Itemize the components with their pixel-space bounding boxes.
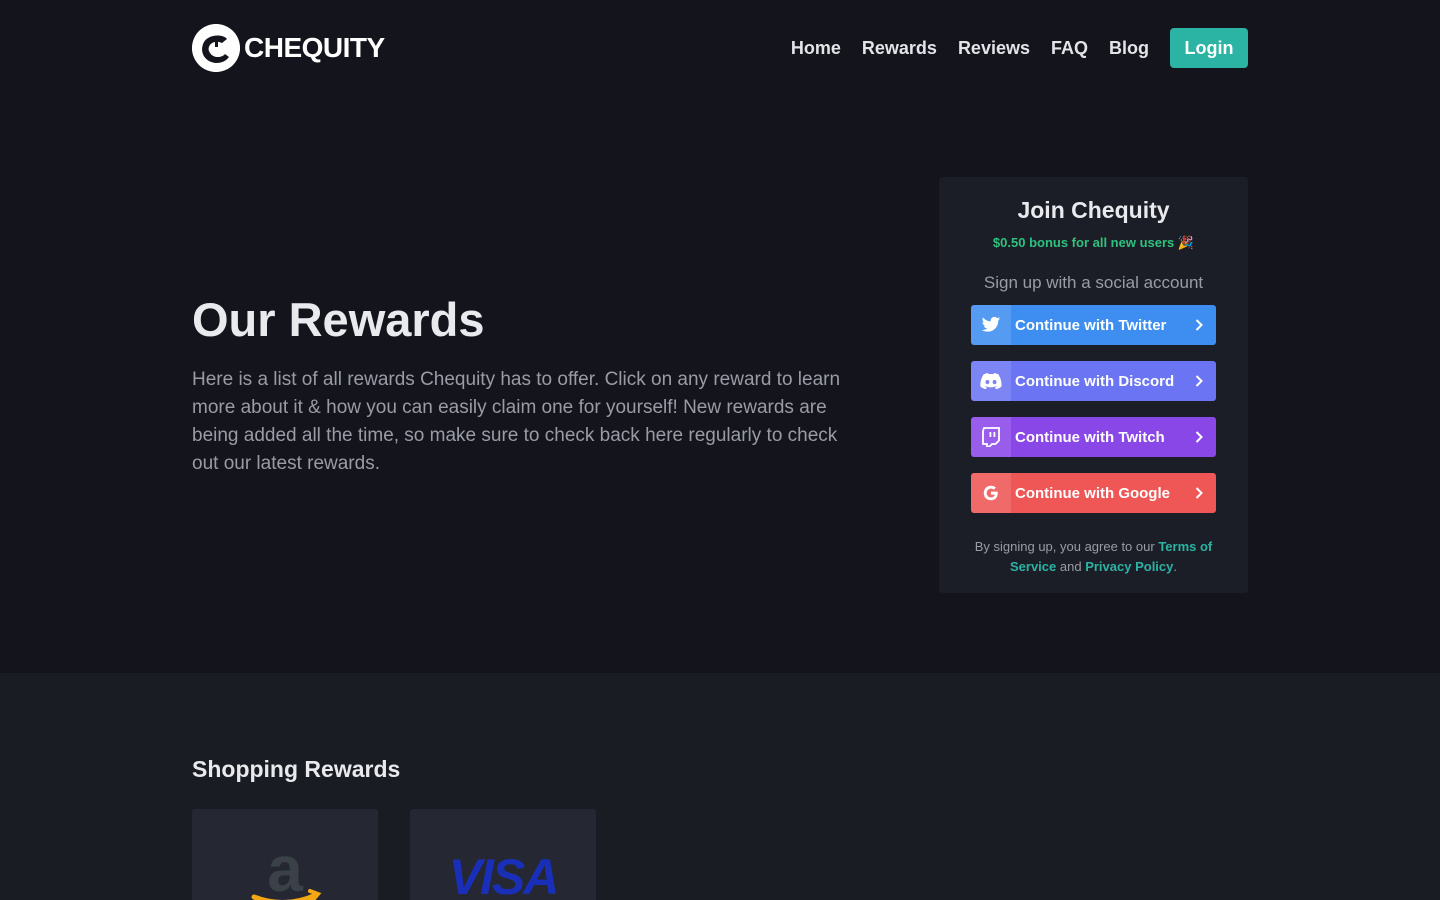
page-description: Here is a list of all rewards Chequity h…	[192, 369, 841, 474]
google-signup-label: Continue with Google	[1015, 484, 1170, 502]
page-title: Our Rewards	[192, 293, 485, 346]
amazon-logo-icon: a	[251, 833, 322, 900]
terms-prefix: By signing up, you agree to our	[974, 539, 1155, 554]
discord-signup-label: Continue with Discord	[1015, 372, 1175, 390]
signup-subtitle: Sign up with a social account	[983, 273, 1204, 292]
reward-card-amazon[interactable]: a	[192, 809, 378, 900]
twitter-signup-button[interactable]: Continue with Twitter	[971, 305, 1216, 345]
nav-rewards[interactable]: Rewards	[862, 38, 937, 59]
bonus-text: $0.50 bonus for all new users 🎉	[992, 235, 1195, 250]
join-title: Join Chequity	[1017, 197, 1170, 223]
twitch-icon	[971, 417, 1011, 457]
visa-logo-icon: VISA	[449, 849, 560, 900]
chequity-logo-icon	[192, 24, 240, 72]
twitter-icon	[971, 305, 1011, 345]
nav-faq[interactable]: FAQ	[1051, 38, 1088, 59]
discord-signup-button[interactable]: Continue with Discord	[971, 361, 1216, 401]
nav-home[interactable]: Home	[791, 38, 841, 59]
main-nav: Home Rewards Reviews FAQ Blog Login	[791, 28, 1248, 68]
nav-blog[interactable]: Blog	[1109, 38, 1149, 59]
terms-suffix: .	[1173, 559, 1177, 574]
terms-and: and	[1059, 559, 1082, 574]
section-title: Shopping Rewards	[192, 756, 401, 782]
google-signup-button[interactable]: Continue with Google	[971, 473, 1216, 513]
login-button[interactable]: Login	[1170, 28, 1248, 68]
svg-text:a: a	[267, 833, 303, 900]
join-card: Join Chequity $0.50 bonus for all new us…	[939, 177, 1248, 593]
chevron-right-icon	[1182, 319, 1216, 331]
twitter-signup-label: Continue with Twitter	[1015, 316, 1167, 334]
nav-reviews[interactable]: Reviews	[958, 38, 1030, 59]
terms-notice: By signing up, you agree to our Terms of…	[963, 537, 1224, 577]
reward-card-visa[interactable]: VISA	[410, 809, 596, 900]
shopping-rewards-section: Shopping Rewards a VISA	[0, 673, 1440, 900]
twitch-signup-button[interactable]: Continue with Twitch	[971, 417, 1216, 457]
chevron-right-icon	[1182, 487, 1216, 499]
google-icon	[971, 473, 1011, 513]
privacy-policy-link[interactable]: Privacy Policy	[1085, 559, 1173, 574]
brand-name: CHEQUITY	[244, 32, 385, 63]
visa-logo-text: VISA	[449, 849, 558, 900]
chevron-right-icon	[1182, 375, 1216, 387]
twitch-signup-label: Continue with Twitch	[1015, 428, 1165, 446]
chevron-right-icon	[1182, 431, 1216, 443]
discord-icon	[971, 361, 1011, 401]
site-header: CHEQUITY Home Rewards Reviews FAQ Blog L…	[0, 0, 1440, 96]
brand-logo[interactable]: CHEQUITY	[192, 23, 385, 73]
